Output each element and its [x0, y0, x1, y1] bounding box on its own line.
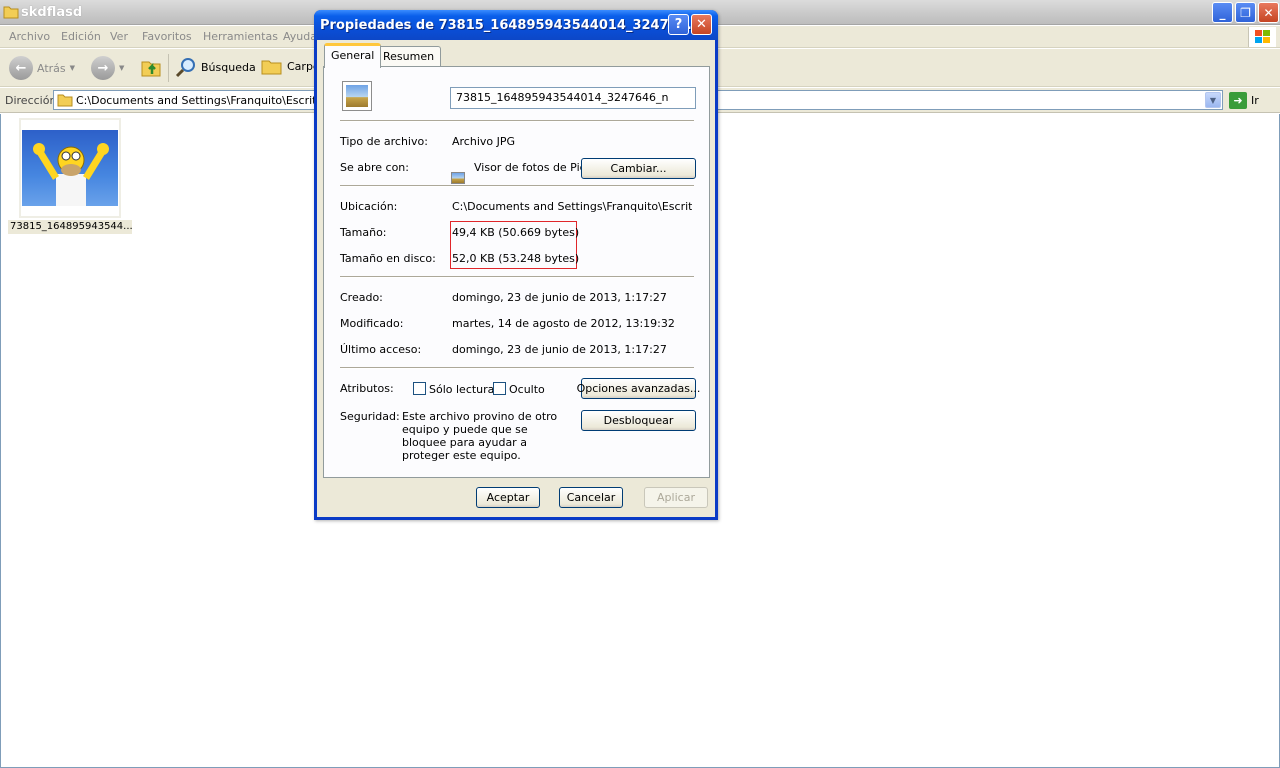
folders-icon [261, 60, 282, 75]
advanced-options-button[interactable]: Opciones avanzadas... [577, 378, 700, 399]
file-name-label[interactable]: 73815_164895943544... [8, 220, 132, 234]
dropdown-arrow-icon: ▼ [119, 64, 125, 72]
menu-favoritos[interactable]: Favoritos [142, 30, 192, 43]
location-value: C:\Documents and Settings\Franquito\Escr… [452, 200, 692, 213]
address-label: Dirección [5, 94, 57, 107]
go-button[interactable]: Ir [1251, 94, 1259, 107]
size-on-disk-label: Tamaño en disco: [340, 252, 436, 265]
filename-input[interactable]: 73815_164895943544014_3247646_n [450, 87, 696, 109]
tab-resumen[interactable]: Resumen [376, 46, 442, 67]
security-label: Seguridad: [340, 410, 400, 423]
back-button[interactable]: ← Atrás ▼ [9, 56, 75, 80]
apply-button[interactable]: Aplicar [644, 487, 708, 508]
dialog-title: Propiedades de 73815_164895943544014_324… [320, 18, 702, 33]
location-label: Ubicación: [340, 200, 398, 213]
menu-ayuda[interactable]: Ayuda [283, 30, 317, 43]
ok-button[interactable]: Aceptar [476, 487, 540, 508]
menu-edicion[interactable]: Edición [61, 30, 101, 43]
menu-herramientas[interactable]: Herramientas [203, 30, 278, 43]
type-label: Tipo de archivo: [340, 135, 428, 148]
dialog-close-button[interactable]: ✕ [691, 14, 712, 35]
readonly-checkbox[interactable] [413, 382, 426, 395]
up-folder-button[interactable] [140, 56, 162, 78]
go-arrow-icon[interactable]: ➜ [1229, 92, 1247, 109]
folder-icon [3, 6, 19, 19]
forward-arrow-icon: → [91, 56, 115, 80]
folder-icon [57, 94, 73, 107]
general-panel: 73815_164895943544014_3247646_n Tipo de … [323, 66, 710, 478]
cancel-button[interactable]: Cancelar [559, 487, 623, 508]
size-on-disk-value: 52,0 KB (53.248 bytes) [452, 252, 580, 265]
properties-dialog: Propiedades de 73815_164895943544014_324… [314, 10, 718, 520]
restore-button[interactable]: ❐ [1235, 2, 1256, 23]
close-button[interactable]: ✕ [1258, 2, 1279, 23]
created-label: Creado: [340, 291, 383, 304]
address-path: C:\Documents and Settings\Franquito\Escr… [76, 94, 347, 107]
menu-archivo[interactable]: Archivo [9, 30, 50, 43]
search-icon [175, 58, 195, 78]
dialog-titlebar[interactable]: Propiedades de 73815_164895943544014_324… [314, 10, 718, 40]
back-arrow-icon: ← [9, 56, 33, 80]
modified-label: Modificado: [340, 317, 404, 330]
tab-general[interactable]: General [324, 43, 382, 68]
attributes-label: Atributos: [340, 382, 394, 395]
accessed-value: domingo, 23 de junio de 2013, 1:17:27 [452, 343, 667, 356]
created-value: domingo, 23 de junio de 2013, 1:17:27 [452, 291, 667, 304]
dropdown-arrow-icon: ▼ [69, 64, 76, 72]
image-file-icon [342, 81, 372, 111]
windows-logo-icon [1248, 27, 1276, 47]
type-value: Archivo JPG [452, 135, 516, 148]
window-title: skdflasd [21, 5, 83, 20]
modified-value: martes, 14 de agosto de 2012, 13:19:32 [452, 317, 675, 330]
search-button[interactable]: Búsqueda [175, 56, 256, 78]
opens-with-value: Visor de fotos de Pic [474, 161, 586, 174]
size-label: Tamaño: [340, 226, 387, 239]
readonly-label[interactable]: Sólo lectura [429, 383, 494, 396]
up-folder-icon [141, 61, 161, 77]
minimize-button[interactable]: _ [1212, 2, 1233, 23]
unblock-button[interactable]: Desbloquear [581, 410, 696, 431]
hidden-checkbox[interactable] [493, 382, 506, 395]
help-button[interactable]: ? [668, 14, 689, 35]
menu-ver[interactable]: Ver [110, 30, 128, 43]
size-value: 49,4 KB (50.669 bytes) [452, 226, 580, 239]
homer-image [22, 130, 118, 206]
photo-viewer-icon [451, 172, 465, 184]
security-text: Este archivo provino de otro equipo y pu… [402, 410, 558, 462]
change-button[interactable]: Cambiar... [581, 158, 696, 179]
file-thumbnail[interactable] [19, 118, 121, 218]
forward-button[interactable]: → ▼ [91, 56, 124, 80]
hidden-label[interactable]: Oculto [509, 383, 545, 396]
accessed-label: Último acceso: [340, 343, 422, 356]
folders-button[interactable]: Carpe [261, 56, 320, 76]
opens-with-label: Se abre con: [340, 161, 409, 174]
address-dropdown-button[interactable]: ▼ [1205, 92, 1221, 108]
